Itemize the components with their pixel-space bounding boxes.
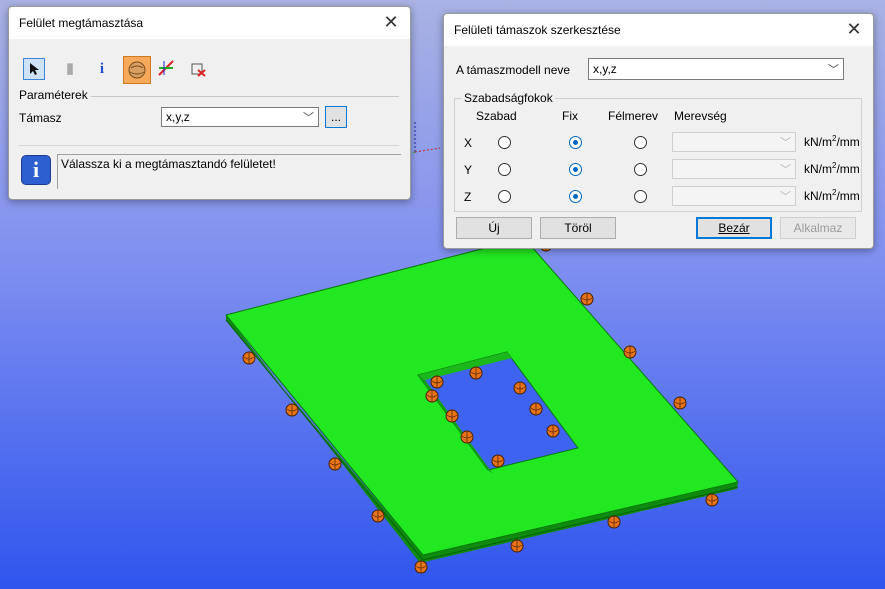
radio-z-fixed[interactable] [569,190,582,203]
surface-supports-editor-dialog: Felületi támaszok szerkesztése ✕ A támas… [443,13,874,249]
support-select-value: x,y,z [166,110,190,124]
column-free: Szabad [476,109,517,123]
apply-button: Alkalmaz [780,217,856,239]
stiffness-x-select: ﹀ [672,132,796,152]
support-select[interactable]: x,y,z ﹀ [161,107,319,127]
model-name-value: x,y,z [593,62,617,76]
radio-x-fixed[interactable] [569,136,582,149]
surface-pick-icon[interactable] [123,56,151,84]
stiffness-z-unit: kN/m2/mm [804,188,860,203]
select-cursor-icon[interactable] [23,58,45,80]
dialog-titlebar: Felületi támaszok szerkesztése ✕ [444,14,873,46]
column-semi-rigid: Félmerev [608,109,659,123]
parameters-divider [91,96,399,97]
stiffness-x-unit: kN/m2/mm [804,134,860,149]
radio-y-fixed[interactable] [569,163,582,176]
dialog-titlebar: Felület megtámasztása ✕ [9,7,410,39]
dialog-title: Felületi támaszok szerkesztése [454,23,621,37]
parameters-label: Paraméterek [19,88,88,102]
chevron-down-icon: ﹀ [828,64,839,76]
delete-button[interactable]: Töröl [540,217,616,239]
info-message: Válassza ki a megtámasztandó felületet! [61,157,276,171]
browse-button[interactable]: ... [325,106,347,128]
stiffness-z-select: ﹀ [672,186,796,206]
info-icon: i [21,155,51,185]
stiffness-y-select: ﹀ [672,159,796,179]
local-system-icon[interactable] [187,58,209,80]
radio-x-semi-rigid[interactable] [634,136,647,149]
info-divider [19,145,399,146]
axis-label: Y [464,163,473,177]
chevron-down-icon: ﹀ [303,112,314,124]
radio-y-free[interactable] [498,163,511,176]
model-name-select[interactable]: x,y,z ﹀ [588,58,844,80]
surface-support-dialog: Felület megtámasztása ✕ ▮ i Paraméterek … [8,6,411,200]
chevron-down-icon: ﹀ [780,164,791,176]
chevron-down-icon: ﹀ [780,137,791,149]
pin-icon[interactable]: ▮ [59,58,81,80]
radio-z-semi-rigid[interactable] [634,190,647,203]
radio-y-semi-rigid[interactable] [634,163,647,176]
column-fixed: Fix [562,109,578,123]
axis-label: Z [464,190,472,204]
support-label: Támasz [19,111,62,125]
chevron-down-icon: ﹀ [780,191,791,203]
dof-group-label: Szabadságfokok [462,91,555,105]
axis-icon[interactable] [155,58,177,80]
new-button[interactable]: Új [456,217,532,239]
dialog-title: Felület megtámasztása [19,16,144,30]
info-tool-icon[interactable]: i [91,58,113,80]
radio-z-free[interactable] [498,190,511,203]
close-button[interactable]: Bezár [696,217,772,239]
close-icon[interactable]: ✕ [843,18,865,40]
radio-x-free[interactable] [498,136,511,149]
info-message-box: Válassza ki a megtámasztandó felületet! [57,154,401,189]
axis-label: X [464,136,473,150]
column-stiffness: Merevség [674,109,727,123]
stiffness-y-unit: kN/m2/mm [804,161,860,176]
close-icon[interactable]: ✕ [380,11,402,33]
model-name-label: A támaszmodell neve [456,63,571,77]
